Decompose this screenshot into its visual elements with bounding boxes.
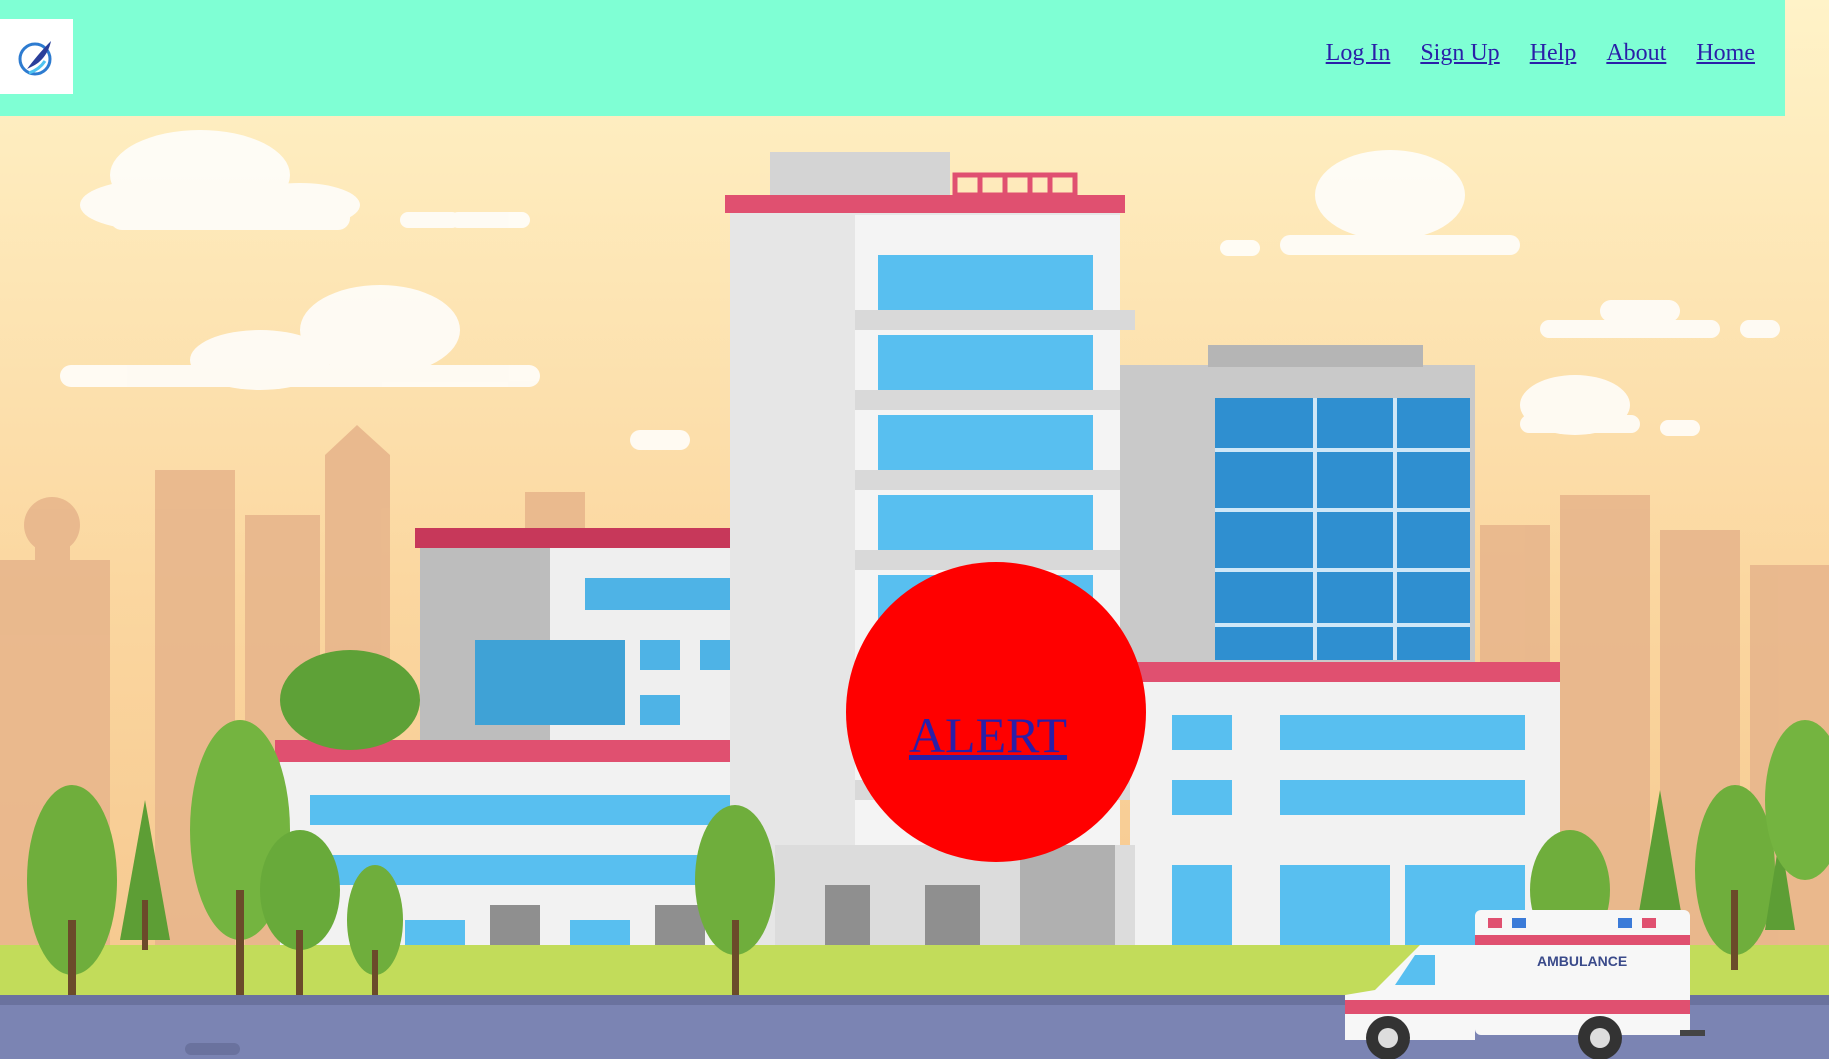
logo[interactable] — [0, 19, 73, 94]
feather-quill-logo-icon — [18, 40, 51, 75]
hospital-illustration: AMBULANCE — [0, 0, 1829, 1059]
svg-text:AMBULANCE: AMBULANCE — [1537, 953, 1627, 969]
page: AMBULANCE Log In Sign Up Help About Home… — [0, 0, 1829, 1059]
nav-sign-up-link[interactable]: Sign Up — [1420, 40, 1499, 67]
alert-button[interactable]: ALERT — [846, 562, 1146, 862]
nav-links: Log In Sign Up Help About Home — [1326, 40, 1755, 67]
top-navbar: Log In Sign Up Help About Home — [0, 0, 1785, 116]
nav-log-in-link[interactable]: Log In — [1326, 40, 1391, 67]
alert-button-label[interactable]: ALERT — [909, 706, 1067, 764]
nav-help-link[interactable]: Help — [1530, 40, 1577, 67]
nav-home-link[interactable]: Home — [1696, 40, 1755, 67]
nav-about-link[interactable]: About — [1606, 40, 1666, 67]
